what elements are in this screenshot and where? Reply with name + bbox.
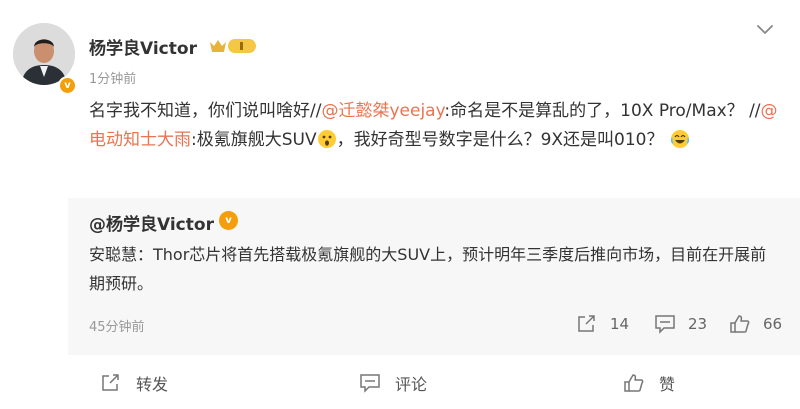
member-level-badge [210, 39, 256, 53]
share-icon [578, 315, 595, 332]
share-count: 14 [610, 315, 630, 333]
thumbs-up-icon [730, 315, 750, 333]
post-text-segment: :极氪旗舰大SUV [191, 130, 317, 150]
post-action-bar: 转发 评论 赞 [0, 360, 800, 409]
share-icon [102, 374, 119, 391]
laughing-emoji-icon [670, 130, 689, 148]
repost-button[interactable]: 转发 [100, 371, 168, 395]
post-timestamp: 1分钟前 [89, 72, 137, 87]
repost-timestamp: 45分钟前 [89, 320, 145, 335]
repost-like-count[interactable]: 66 [729, 313, 782, 335]
repost-text: 安聪慧：Thor芯片将首先搭载极氪旗舰的大SUV上，预计明年三季度后推向市场，目… [89, 245, 767, 293]
weibo-post: v 杨学良Victor 1分钟前 名字我不知道，你们说叫啥好//@迁懿桀yeej… [0, 0, 800, 409]
like-count: 66 [763, 315, 783, 333]
repost-share-count[interactable]: 14 [576, 313, 629, 335]
comment-count: 23 [688, 315, 708, 333]
post-text-segment: ，我好奇型号数字是什么？9X还是叫010？ [336, 130, 664, 150]
surprised-emoji-icon [317, 130, 336, 148]
repost-comment-count[interactable]: 23 [654, 313, 707, 335]
chevron-down-icon[interactable] [754, 22, 776, 38]
comment-button[interactable]: 评论 [359, 371, 427, 395]
post-username[interactable]: 杨学良Victor [89, 34, 197, 59]
like-button-label: 赞 [659, 375, 676, 394]
comment-icon [655, 315, 675, 334]
verified-badge: v [219, 211, 238, 230]
comment-button-label: 评论 [395, 375, 428, 394]
mention-link[interactable]: @迁懿桀yeejay [321, 101, 444, 121]
quoted-repost[interactable]: @杨学良Victor v 安聪慧：Thor芯片将首先搭载极氪旗舰的大SUV上，预… [68, 198, 800, 355]
post-text-segment: :命名是不是算乱的了，10X Pro/Max？ // [444, 101, 761, 121]
post-text-segment: 名字我不知道，你们说叫啥好// [89, 101, 322, 121]
comment-icon [360, 374, 380, 393]
like-button[interactable]: 赞 [623, 371, 675, 395]
post-text: 名字我不知道，你们说叫啥好//@迁懿桀yeejay:命名是不是算乱的了，10X … [89, 97, 779, 155]
verified-badge: v [58, 76, 77, 95]
repost-button-label: 转发 [136, 375, 169, 394]
repost-username[interactable]: @杨学良Victor [89, 210, 214, 235]
thumbs-up-icon [624, 374, 644, 392]
